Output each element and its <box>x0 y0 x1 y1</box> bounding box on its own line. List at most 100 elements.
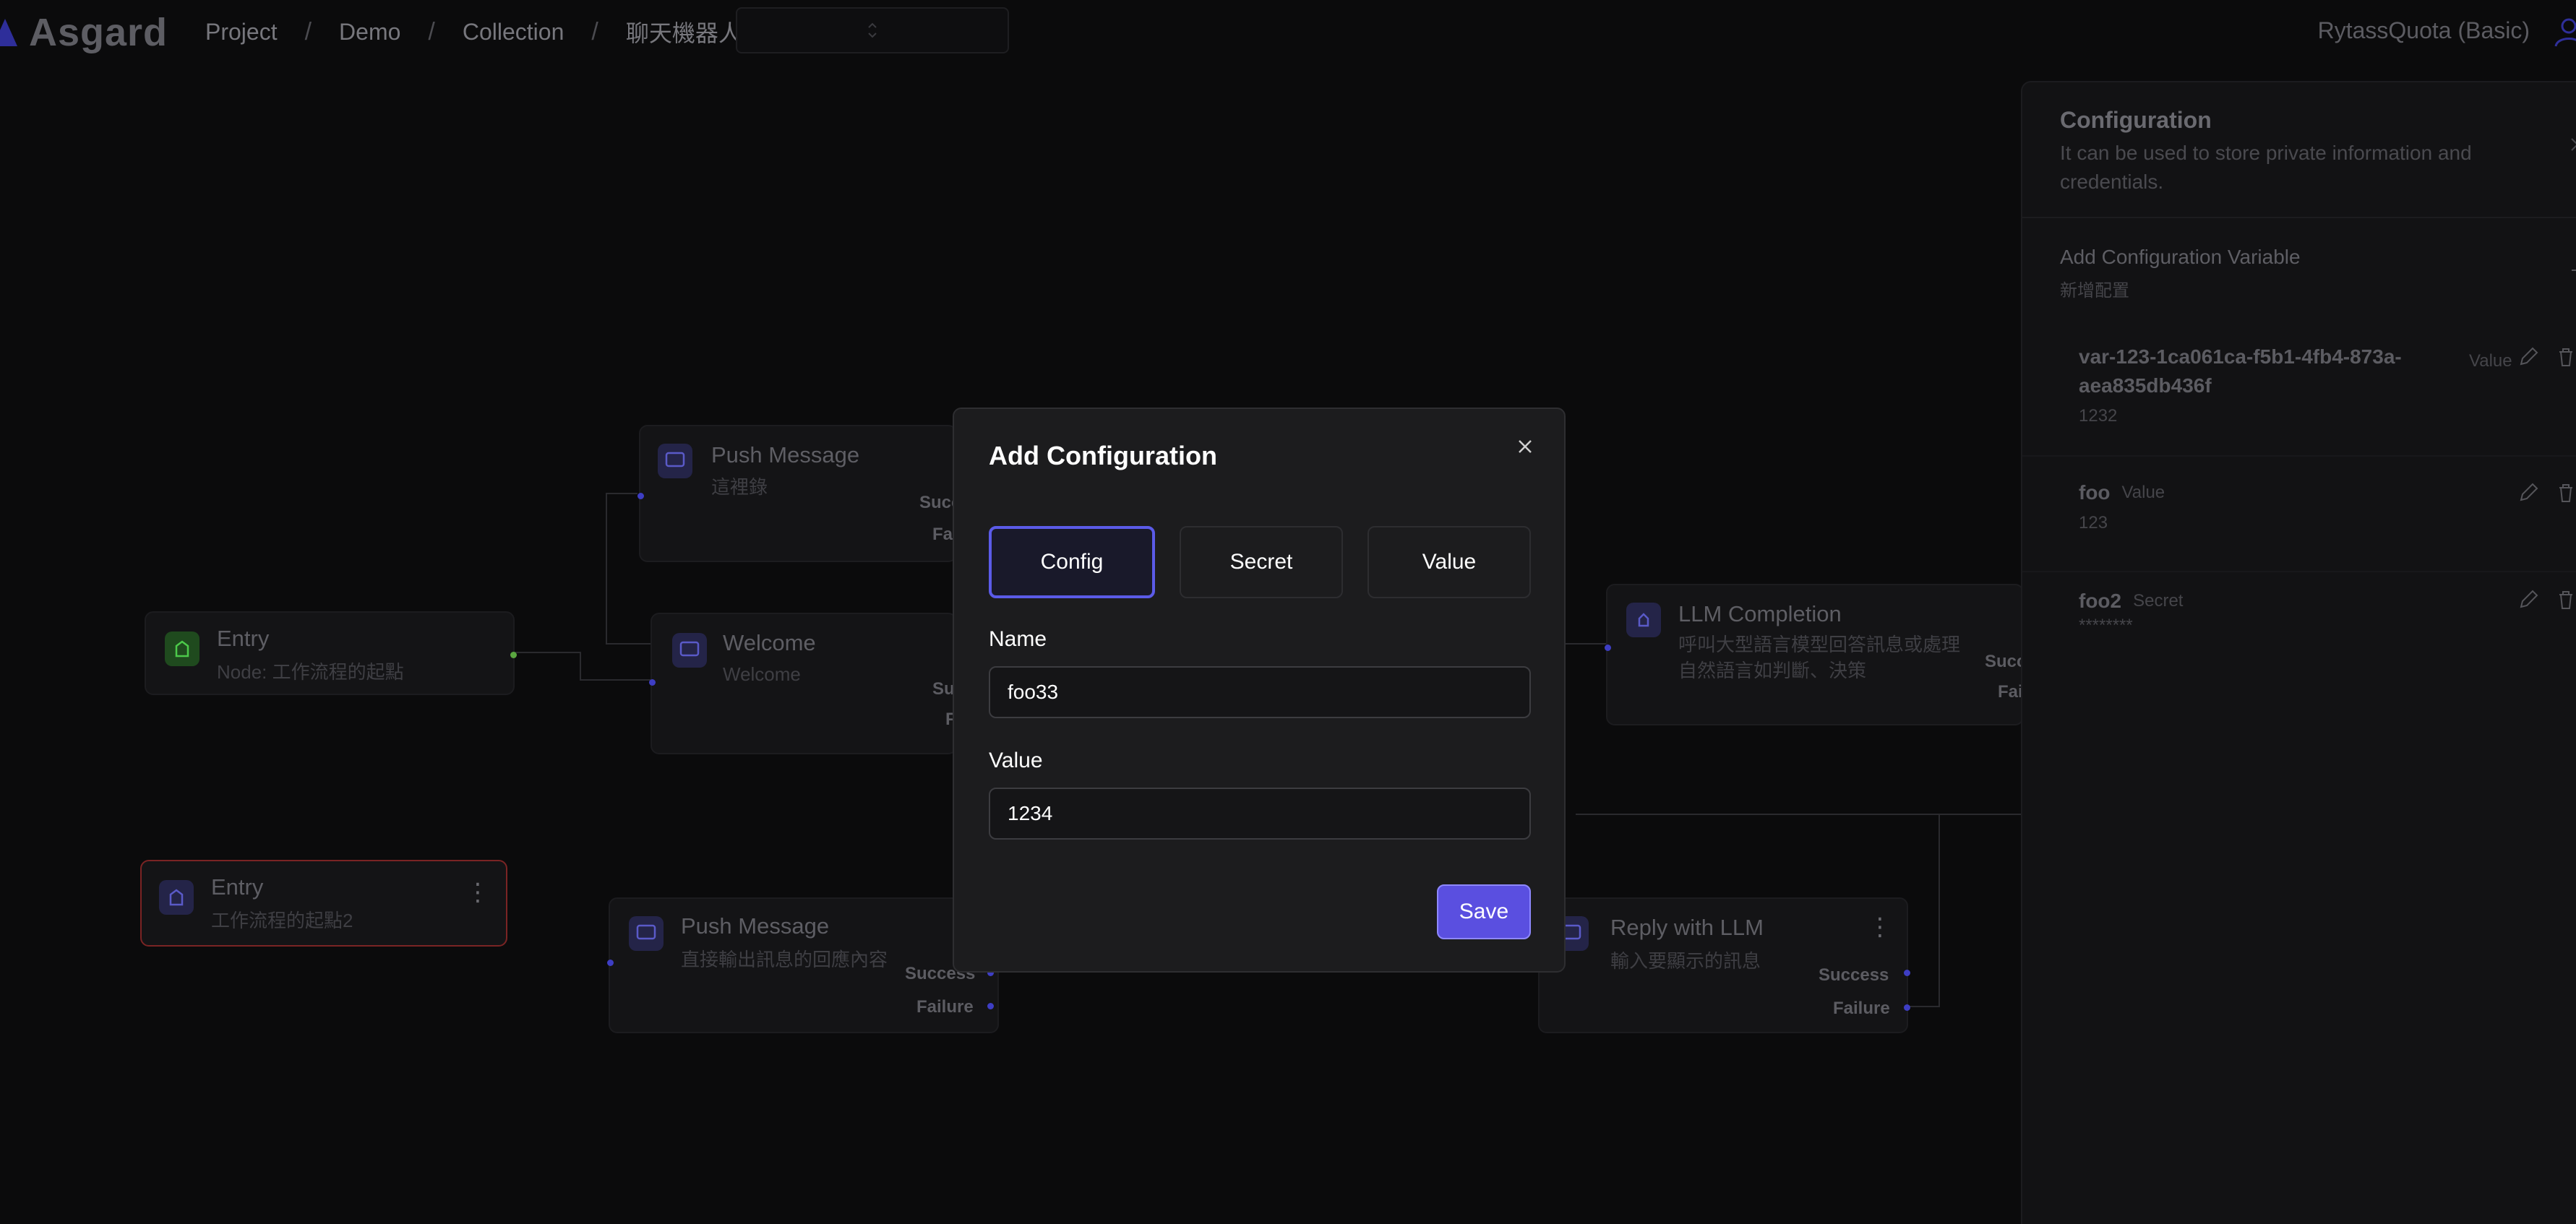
node-reply-llm[interactable]: Reply with LLM 輸入要顯示的訊息 ⋮ Success Failur… <box>1538 897 1910 1033</box>
node-push-message[interactable]: Push Message 這裡錄 Succ Fai <box>637 425 961 562</box>
edge-connector <box>1908 1006 1940 1007</box>
node-subtitle: 輸入要顯示的訊息 <box>1610 950 1761 972</box>
edge-connector <box>1576 814 2024 815</box>
output-port[interactable] <box>1904 1004 1910 1011</box>
port-failure-label: Failure <box>916 997 974 1017</box>
top-bar: Asgard Project / Demo / Collection / 聊天機… <box>0 0 2576 62</box>
edge-connector <box>1939 814 1940 1007</box>
port-success-label: Su <box>932 679 955 699</box>
close-icon[interactable] <box>1512 434 1538 460</box>
node-menu-icon[interactable]: ⋮ <box>465 880 490 905</box>
node-menu-icon[interactable]: ⋮ <box>1868 915 1892 939</box>
node-title: LLM Completion <box>1678 601 1842 626</box>
llm-icon <box>1626 603 1661 637</box>
node-entry-selected[interactable]: Entry 工作流程的起點2 ⋮ <box>140 860 507 947</box>
logo-icon <box>0 19 17 46</box>
chat-icon <box>658 444 692 478</box>
breadcrumb-separator: / <box>304 17 312 46</box>
node-push-message[interactable]: Push Message 直接輸出訊息的回應內容 Success Failure <box>607 897 999 1033</box>
input-port[interactable] <box>637 493 644 499</box>
node-subtitle: Welcome <box>723 663 801 685</box>
node-subtitle: 工作流程的起點2 <box>211 910 353 931</box>
trash-icon[interactable] <box>2556 347 2576 367</box>
value-input[interactable] <box>989 788 1531 840</box>
edit-icon[interactable] <box>2518 347 2538 367</box>
divider <box>2022 455 2576 457</box>
node-subtitle: Node: 工作流程的起點 <box>217 661 404 683</box>
node-llm-completion[interactable]: LLM Completion 呼叫大型語言模型回答訊息或處理自然語言如判斷、決策… <box>1605 584 2027 725</box>
breadcrumb-separator: / <box>591 17 598 46</box>
input-port[interactable] <box>649 679 656 686</box>
variable-name: foo2 <box>2079 590 2122 612</box>
edge-connector <box>606 493 607 643</box>
node-entry[interactable]: Entry Node: 工作流程的起點 <box>145 611 517 695</box>
breadcrumb-separator: / <box>428 17 435 46</box>
variable-item[interactable]: foo Value 123 <box>2079 478 2570 533</box>
edge-connector <box>580 679 651 681</box>
node-title: Reply with LLM <box>1610 915 1764 940</box>
tab-config[interactable]: Config <box>989 526 1155 598</box>
output-port[interactable] <box>987 1003 994 1009</box>
variable-name: foo <box>2079 481 2111 504</box>
plus-icon[interactable] <box>2570 263 2576 277</box>
user-icon[interactable] <box>2553 16 2576 48</box>
breadcrumb-project[interactable]: Project <box>202 19 280 46</box>
app-logo[interactable]: Asgard <box>29 10 168 55</box>
version-select[interactable] <box>736 7 1009 53</box>
divider <box>2022 571 2576 572</box>
trash-icon[interactable] <box>2556 483 2576 503</box>
node-title: Welcome <box>723 630 816 655</box>
variable-type-badge: Secret <box>2133 591 2184 611</box>
quota-label[interactable]: RytassQuota (Basic) <box>2318 17 2530 44</box>
edit-icon[interactable] <box>2518 590 2538 610</box>
breadcrumb-collection[interactable]: Collection <box>460 19 567 46</box>
node-subtitle: 直接輸出訊息的回應內容 <box>681 949 888 970</box>
name-label: Name <box>989 627 1047 651</box>
panel-description: It can be used to store private informat… <box>2060 142 2472 193</box>
chat-icon <box>629 916 664 951</box>
variable-value: 1232 <box>2079 406 2118 426</box>
divider <box>2022 217 2576 218</box>
value-label: Value <box>989 749 1043 772</box>
edit-icon[interactable] <box>2518 483 2538 503</box>
save-button[interactable]: Save <box>1437 884 1531 939</box>
breadcrumb-bot[interactable]: 聊天機器人 <box>623 15 744 48</box>
tab-secret[interactable]: Secret <box>1180 526 1343 598</box>
tab-value[interactable]: Value <box>1368 526 1531 598</box>
node-title: Entry <box>211 874 264 900</box>
entry-icon <box>159 880 194 915</box>
variable-value: 123 <box>2079 513 2108 533</box>
add-variable-title[interactable]: Add Configuration Variable <box>2060 246 2301 269</box>
edge-connector <box>606 493 637 494</box>
output-port[interactable] <box>510 652 517 658</box>
trash-icon[interactable] <box>2556 590 2576 610</box>
add-variable-subtitle: 新增配置 <box>2060 281 2129 301</box>
config-type-tabs: Config Secret Value <box>989 526 1531 598</box>
input-port[interactable] <box>1605 645 1611 651</box>
variable-item[interactable]: var-123-1ca061ca-f5b1-4fb4-873a-aea835db… <box>2079 342 2570 426</box>
port-success-label: Success <box>1819 965 1889 985</box>
port-failure-label: Fai <box>1998 682 2023 702</box>
entry-icon <box>165 632 199 666</box>
chat-icon <box>672 633 707 668</box>
variable-type-badge: Value <box>2121 483 2165 502</box>
port-failure-label: Failure <box>1833 999 1890 1018</box>
input-port[interactable] <box>607 960 614 966</box>
variable-name: var-123-1ca061ca-f5b1-4fb4-873a-aea835db… <box>2079 345 2402 397</box>
node-title: Push Message <box>711 442 860 467</box>
chevron-updown-icon <box>868 22 877 38</box>
variable-type-badge: Value <box>2469 351 2512 371</box>
output-port[interactable] <box>1904 970 1910 976</box>
port-success-label: Succ <box>1985 652 2027 671</box>
variable-value: ******** <box>2079 616 2133 635</box>
add-configuration-dialog: Add Configuration Config Secret Value Na… <box>953 408 1566 973</box>
variable-item[interactable]: foo2 Secret ******** <box>2079 587 2570 636</box>
node-title: Push Message <box>681 913 830 939</box>
panel-title: Configuration <box>2060 107 2212 133</box>
close-icon[interactable] <box>2570 137 2576 152</box>
node-welcome[interactable]: Welcome Welcome Su F <box>649 613 957 754</box>
node-subtitle: 這裡錄 <box>711 476 768 498</box>
breadcrumb-demo[interactable]: Demo <box>336 19 403 46</box>
node-subtitle: 呼叫大型語言模型回答訊息或處理自然語言如判斷、決策 <box>1678 634 1961 681</box>
name-input[interactable] <box>989 666 1531 718</box>
